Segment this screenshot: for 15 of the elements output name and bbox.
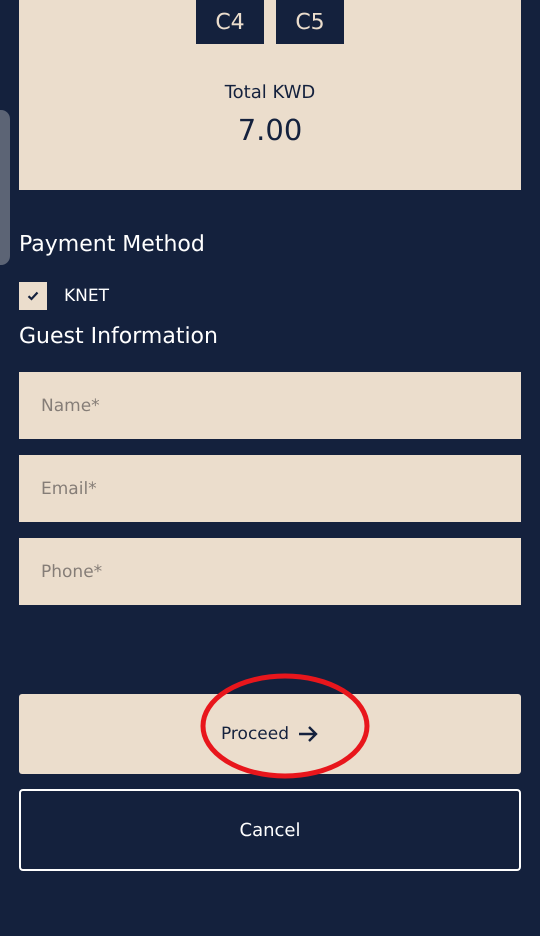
proceed-button[interactable]: Proceed [19, 694, 521, 774]
cancel-button[interactable]: Cancel [19, 789, 521, 871]
arrow-right-icon [297, 725, 320, 743]
section-title: Payment Method [19, 231, 206, 259]
section-title: Guest Information [19, 323, 219, 351]
input-field[interactable]: Email* [19, 455, 521, 522]
checkmark-icon [27, 291, 39, 301]
option-label: KNET [64, 286, 109, 306]
input-field[interactable]: Name* [19, 372, 521, 439]
seat-tag: C4 [196, 0, 264, 44]
seat-tag: C5 [276, 0, 344, 44]
input-field[interactable]: Phone* [19, 538, 521, 605]
total-value: 7.00 [238, 113, 302, 147]
total-label: Total KWD [224, 82, 316, 103]
checkbox[interactable] [19, 282, 47, 310]
